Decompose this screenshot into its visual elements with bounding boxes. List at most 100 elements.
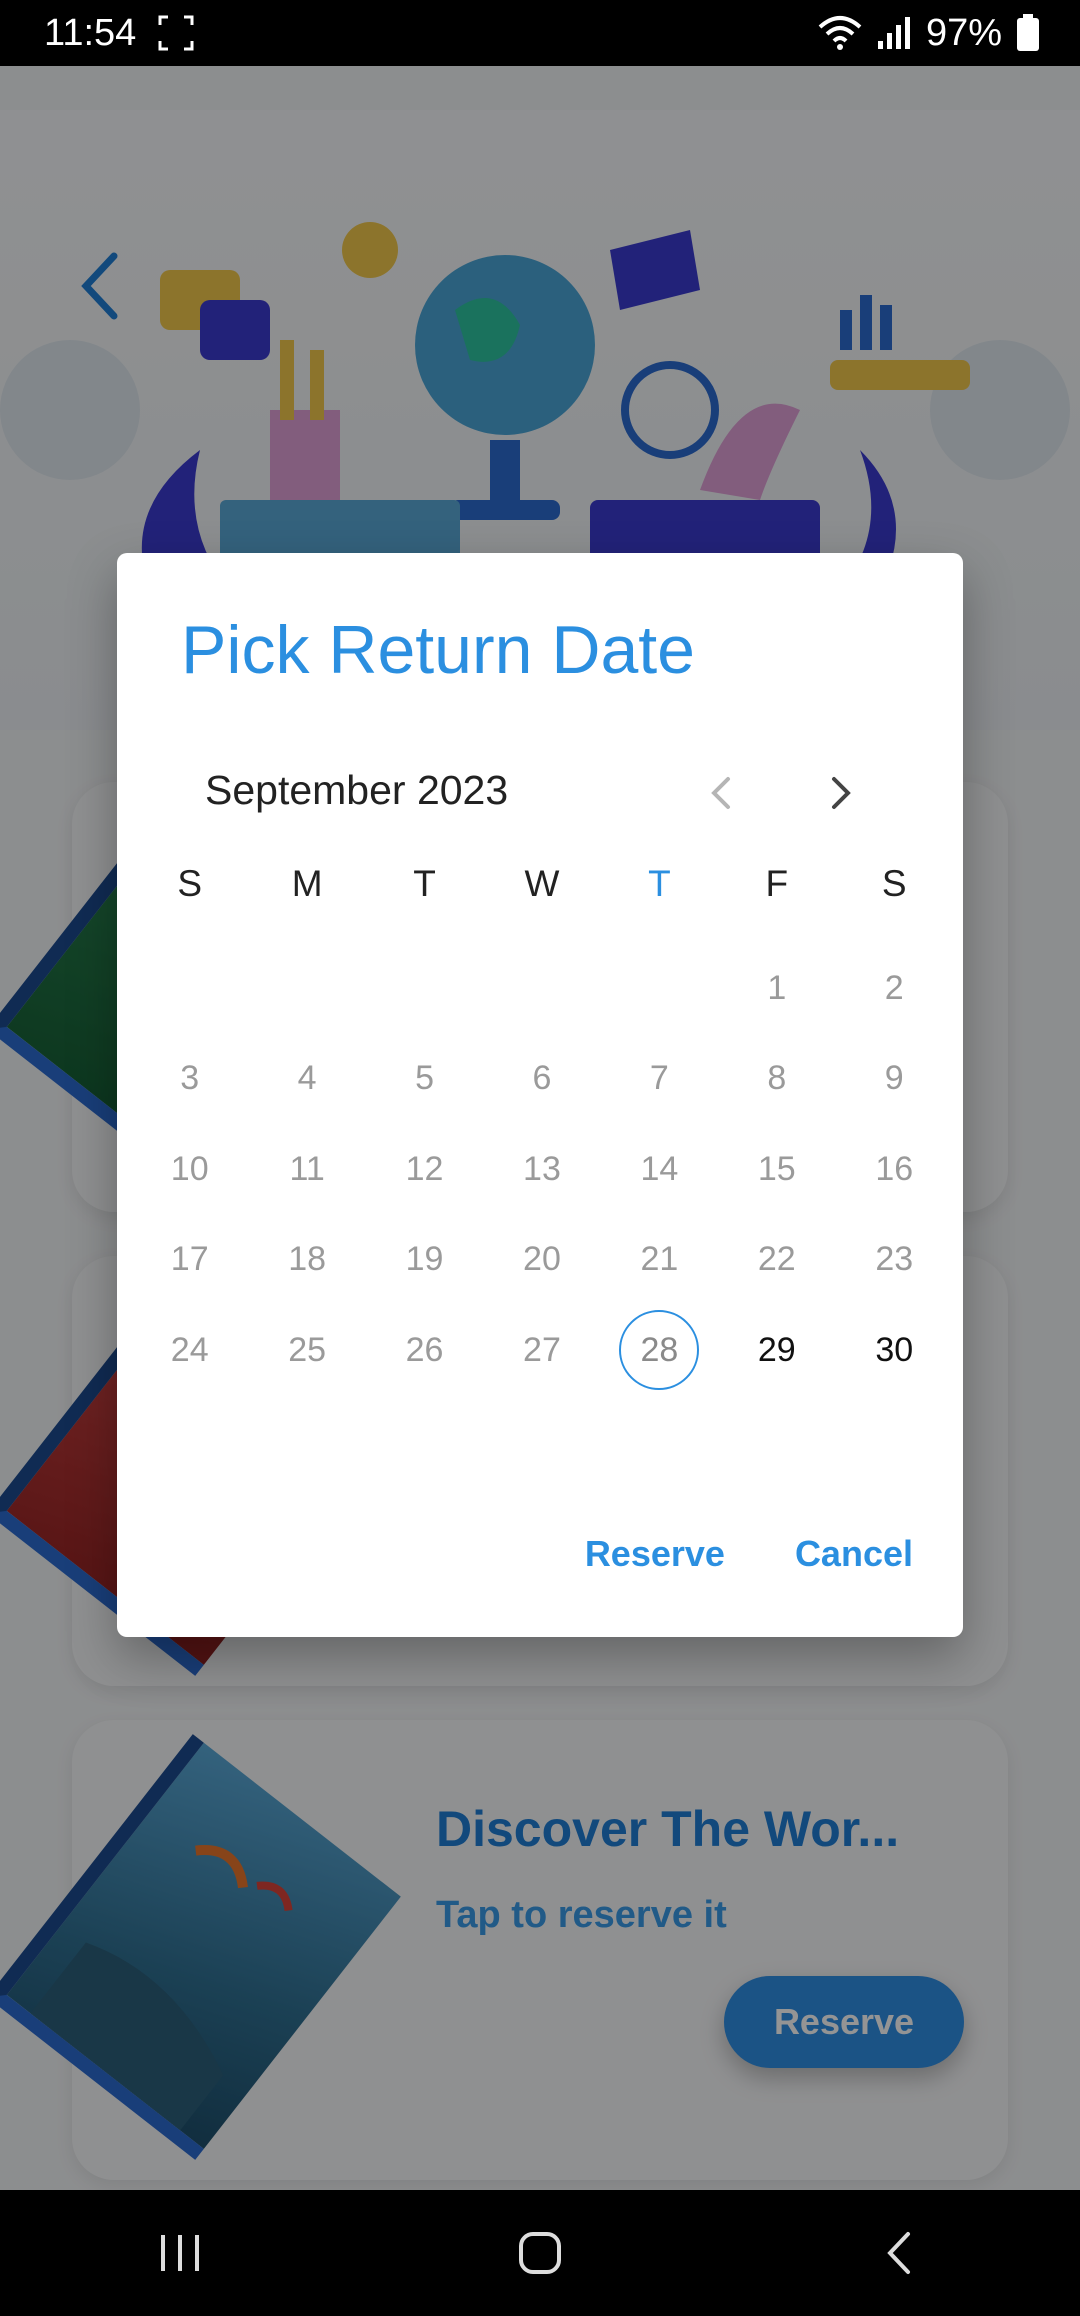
calendar-day-number: 7 <box>649 1059 669 1098</box>
calendar-day-number: 23 <box>875 1240 914 1279</box>
calendar-day-number: 9 <box>884 1059 904 1098</box>
status-right: 97% <box>818 12 1040 55</box>
calendar-day-number: 25 <box>288 1330 327 1369</box>
calendar-day[interactable]: 23 <box>836 1215 953 1306</box>
calendar-day-number: 2 <box>884 968 904 1007</box>
calendar-week-row: 3 4 5 6 7 8 9 <box>131 1034 953 1125</box>
reserve-button[interactable]: Reserve <box>585 1533 725 1575</box>
calendar-day[interactable]: 13 <box>483 1124 600 1215</box>
battery-percent: 97% <box>925 11 1002 54</box>
calendar-day-number: 24 <box>170 1330 209 1369</box>
status-bar: 11:54 97% <box>0 0 1080 66</box>
calendar-day[interactable]: 12 <box>366 1124 483 1215</box>
calendar-empty-cell <box>248 943 365 1034</box>
chevron-left-icon <box>711 777 730 809</box>
calendar-empty-cell <box>131 943 248 1034</box>
dialog-actions: Reserve Cancel <box>585 1533 913 1575</box>
chevron-right-icon <box>832 777 851 809</box>
calendar-day[interactable]: 3 <box>131 1034 248 1125</box>
calendar-day[interactable]: 18 <box>248 1215 365 1306</box>
calendar-day[interactable]: 11 <box>248 1124 365 1215</box>
recents-icon <box>161 2235 199 2271</box>
calendar-week-row: 24 25 26 27 28 29 30 <box>131 1305 953 1396</box>
signal-icon <box>877 17 910 49</box>
calendar-day[interactable]: 22 <box>718 1215 835 1306</box>
system-nav-bar <box>0 2190 1080 2316</box>
calendar-day[interactable]: 15 <box>718 1124 835 1215</box>
weekday-label: T <box>413 863 436 904</box>
calendar-day[interactable]: 4 <box>248 1034 365 1125</box>
dialog-title: Pick Return Date <box>181 612 695 688</box>
calendar-day-number: 21 <box>640 1240 679 1279</box>
calendar-day[interactable]: 16 <box>836 1124 953 1215</box>
calendar-day-number: 28 <box>619 1310 700 1391</box>
weekday-label: F <box>765 863 789 904</box>
cancel-button[interactable]: Cancel <box>795 1533 913 1575</box>
calendar-day-number: 26 <box>405 1330 444 1369</box>
weekday-label: W <box>524 863 560 904</box>
calendar-day-number <box>267 948 347 1028</box>
calendar-day-number <box>150 948 230 1028</box>
back-icon <box>887 2232 910 2274</box>
calendar-week-row: 10 11 12 13 14 15 16 <box>131 1124 953 1215</box>
date-picker-dialog: Pick Return Date September 2023 S M T W … <box>117 553 963 1637</box>
calendar-day[interactable]: 1 <box>718 943 835 1034</box>
calendar-day[interactable]: 24 <box>131 1305 248 1396</box>
calendar-day[interactable]: 19 <box>366 1215 483 1306</box>
calendar-day[interactable]: 9 <box>836 1034 953 1125</box>
calendar-day-number: 16 <box>875 1149 914 1188</box>
month-label[interactable]: September 2023 <box>205 767 508 814</box>
status-time: 11:54 <box>44 11 137 54</box>
calendar-day-number: 11 <box>289 1149 325 1188</box>
calendar-day[interactable]: 10 <box>131 1124 248 1215</box>
calendar-day[interactable]: 20 <box>483 1215 600 1306</box>
calendar-day[interactable]: 7 <box>601 1034 718 1125</box>
calendar-day[interactable]: 5 <box>366 1034 483 1125</box>
calendar-day-number: 6 <box>532 1059 552 1098</box>
calendar-day[interactable]: 14 <box>601 1124 718 1215</box>
weekday-label: S <box>177 863 203 904</box>
calendar-day[interactable]: 21 <box>601 1215 718 1306</box>
calendar-day-number: 13 <box>523 1149 561 1188</box>
weekday-label: M <box>291 863 323 904</box>
status-left: 11:54 <box>44 12 194 55</box>
calendar-day[interactable]: 29 <box>718 1305 835 1396</box>
recents-button[interactable] <box>140 2213 220 2293</box>
next-month-button[interactable] <box>811 763 871 823</box>
calendar-day-number: 14 <box>640 1149 679 1188</box>
calendar-day-number: 12 <box>405 1149 444 1188</box>
calendar-day-number: 22 <box>757 1240 796 1279</box>
calendar-day[interactable]: 6 <box>483 1034 600 1125</box>
calendar-day[interactable]: 25 <box>248 1305 365 1396</box>
calendar-day-selected[interactable]: 28 <box>601 1305 718 1396</box>
calendar-day-number <box>502 948 582 1028</box>
calendar-day[interactable]: 17 <box>131 1215 248 1306</box>
calendar-day-number: 29 <box>757 1330 796 1369</box>
weekday-header: S M T W T F S <box>131 863 953 905</box>
calendar-empty-cell <box>366 943 483 1034</box>
calendar-day-number: 1 <box>767 968 787 1007</box>
calendar-day-number: 15 <box>757 1149 796 1188</box>
calendar-day[interactable]: 26 <box>366 1305 483 1396</box>
calendar-day-number: 19 <box>405 1240 444 1279</box>
calendar-day-number: 5 <box>415 1059 434 1098</box>
calendar-day[interactable]: 30 <box>836 1305 953 1396</box>
calendar-day-number: 20 <box>523 1240 561 1279</box>
calendar-week-row: 12 <box>131 943 953 1034</box>
weekday-label: S <box>881 863 907 904</box>
calendar-day-number: 30 <box>875 1330 914 1369</box>
calendar-day-number: 10 <box>170 1149 209 1188</box>
calendar-day-number <box>385 948 465 1028</box>
calendar-day[interactable]: 8 <box>718 1034 835 1125</box>
calendar-day-number: 4 <box>297 1059 317 1098</box>
calendar-day[interactable]: 2 <box>836 943 953 1034</box>
home-button[interactable] <box>500 2213 580 2293</box>
calendar-day-number <box>619 948 699 1028</box>
calendar-week-row: 17 18 19 20 21 22 23 <box>131 1215 953 1306</box>
back-nav-button[interactable] <box>860 2213 940 2293</box>
calendar-day[interactable]: 27 <box>483 1305 600 1396</box>
screenshot-frame-icon <box>158 15 194 51</box>
previous-month-button[interactable] <box>691 763 751 823</box>
calendar-day-number: 8 <box>767 1059 787 1098</box>
calendar-day-number: 18 <box>288 1240 327 1279</box>
